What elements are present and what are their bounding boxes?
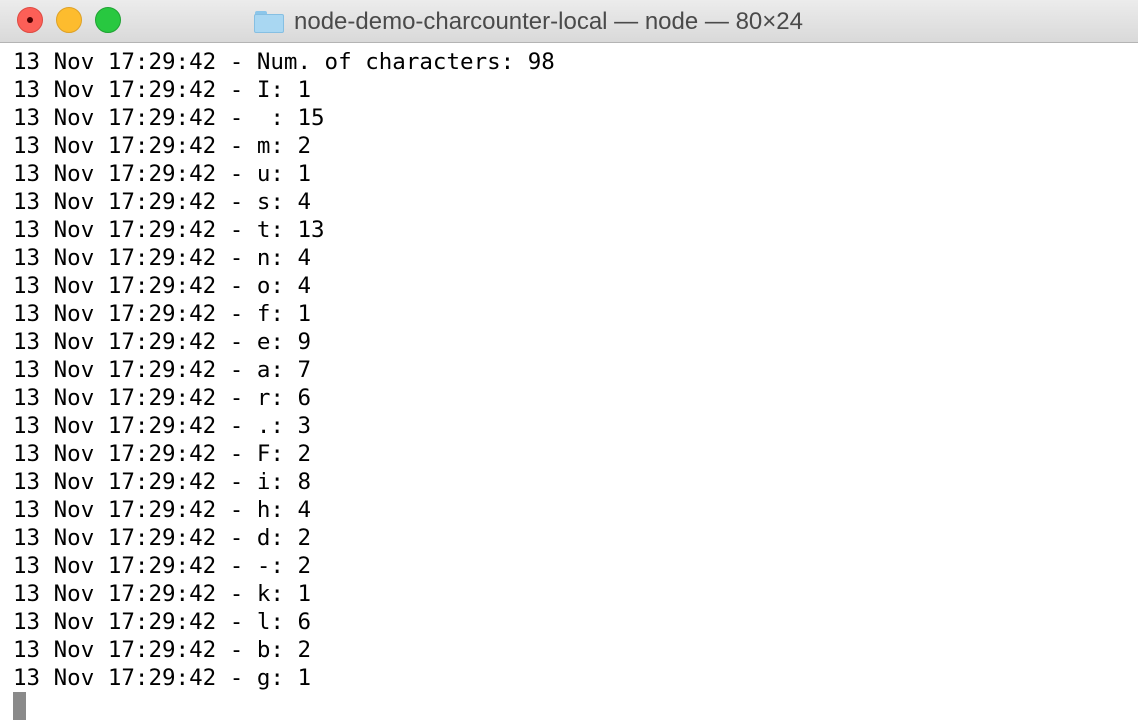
terminal-line: 13 Nov 17:29:42 - b: 2: [13, 637, 312, 663]
terminal-line: 13 Nov 17:29:42 - l: 6: [13, 609, 312, 635]
terminal-line: 13 Nov 17:29:42 - d: 2: [13, 525, 312, 551]
prompt-line[interactable]: [13, 692, 1138, 720]
terminal-line: 13 Nov 17:29:42 - u: 1: [13, 161, 312, 187]
terminal-line: 13 Nov 17:29:42 - o: 4: [13, 273, 312, 299]
terminal-line: 13 Nov 17:29:42 - f: 1: [13, 301, 312, 327]
terminal-window: node-demo-charcounter-local — node — 80×…: [0, 0, 1138, 728]
terminal-line: 13 Nov 17:29:42 - F: 2: [13, 441, 312, 467]
close-button[interactable]: [17, 7, 43, 33]
terminal-line: 13 Nov 17:29:42 - h: 4: [13, 497, 312, 523]
terminal-line: 13 Nov 17:29:42 - i: 8: [13, 469, 312, 495]
terminal-line: 13 Nov 17:29:42 - .: 3: [13, 413, 312, 439]
close-icon: [27, 17, 33, 23]
terminal-line: 13 Nov 17:29:42 - s: 4: [13, 189, 312, 215]
minimize-button[interactable]: [56, 7, 82, 33]
terminal-line: 13 Nov 17:29:42 - k: 1: [13, 581, 312, 607]
terminal-line: 13 Nov 17:29:42 - r: 6: [13, 385, 312, 411]
terminal-line: 13 Nov 17:29:42 - t: 13: [13, 217, 325, 243]
window-title-group: node-demo-charcounter-local — node — 80×…: [254, 0, 803, 43]
terminal-line: 13 Nov 17:29:42 - Num. of characters: 98: [13, 49, 555, 75]
text-cursor: [13, 692, 26, 720]
terminal-line: 13 Nov 17:29:42 - m: 2: [13, 133, 312, 159]
terminal-line: 13 Nov 17:29:42 - n: 4: [13, 245, 312, 271]
zoom-button[interactable]: [95, 7, 121, 33]
folder-icon: [254, 10, 284, 33]
terminal-line: 13 Nov 17:29:42 - e: 9: [13, 329, 312, 355]
title-bar[interactable]: node-demo-charcounter-local — node — 80×…: [0, 0, 1138, 43]
terminal-line: 13 Nov 17:29:42 - g: 1: [13, 665, 312, 691]
window-title: node-demo-charcounter-local — node — 80×…: [294, 7, 803, 35]
terminal-output[interactable]: 13 Nov 17:29:42 - Num. of characters: 98…: [13, 48, 1138, 728]
terminal-line: 13 Nov 17:29:42 - : 15: [13, 105, 325, 131]
terminal-line: 13 Nov 17:29:42 - I: 1: [13, 77, 312, 103]
terminal-line: 13 Nov 17:29:42 - a: 7: [13, 357, 312, 383]
terminal-line: 13 Nov 17:29:42 - -: 2: [13, 553, 312, 579]
